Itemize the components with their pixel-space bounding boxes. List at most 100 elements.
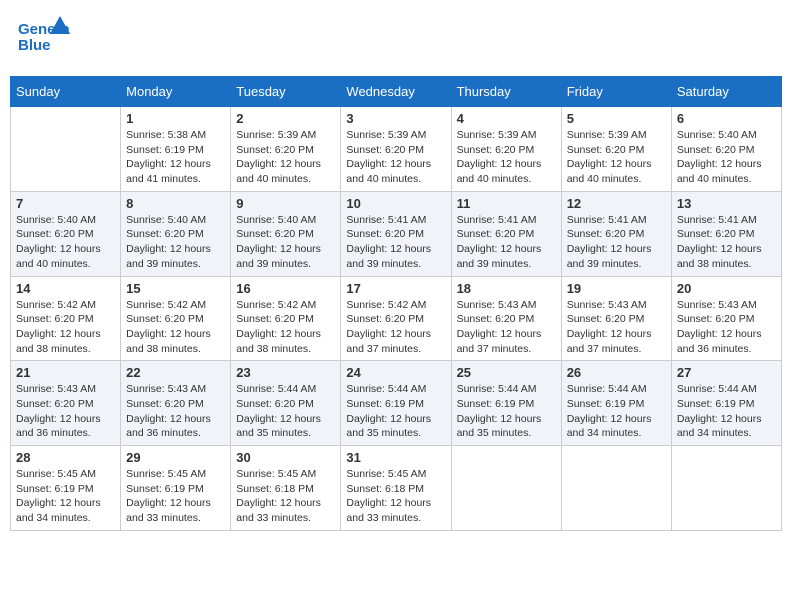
calendar-cell: 13 Sunrise: 5:41 AMSunset: 6:20 PMDayligh… (671, 191, 781, 276)
day-info: Sunrise: 5:40 AMSunset: 6:20 PMDaylight:… (16, 213, 115, 272)
calendar-cell: 31 Sunrise: 5:45 AMSunset: 6:18 PMDayligh… (341, 446, 451, 531)
day-number: 4 (457, 111, 556, 126)
day-info: Sunrise: 5:45 AMSunset: 6:18 PMDaylight:… (236, 467, 335, 526)
day-number: 25 (457, 365, 556, 380)
logo: General Blue (18, 14, 70, 64)
day-info: Sunrise: 5:44 AMSunset: 6:19 PMDaylight:… (677, 382, 776, 441)
calendar-cell (11, 107, 121, 192)
calendar-cell: 20 Sunrise: 5:43 AMSunset: 6:20 PMDayligh… (671, 276, 781, 361)
day-number: 26 (567, 365, 666, 380)
column-header-saturday: Saturday (671, 77, 781, 107)
calendar-cell (451, 446, 561, 531)
day-info: Sunrise: 5:40 AMSunset: 6:20 PMDaylight:… (126, 213, 225, 272)
calendar-cell: 8 Sunrise: 5:40 AMSunset: 6:20 PMDaylight… (121, 191, 231, 276)
day-number: 17 (346, 281, 445, 296)
day-info: Sunrise: 5:42 AMSunset: 6:20 PMDaylight:… (16, 298, 115, 357)
day-number: 28 (16, 450, 115, 465)
day-number: 6 (677, 111, 776, 126)
column-header-tuesday: Tuesday (231, 77, 341, 107)
calendar-cell (561, 446, 671, 531)
day-number: 30 (236, 450, 335, 465)
day-number: 5 (567, 111, 666, 126)
day-number: 3 (346, 111, 445, 126)
day-info: Sunrise: 5:39 AMSunset: 6:20 PMDaylight:… (457, 128, 556, 187)
day-number: 7 (16, 196, 115, 211)
week-row-4: 21 Sunrise: 5:43 AMSunset: 6:20 PMDayligh… (11, 361, 782, 446)
day-info: Sunrise: 5:43 AMSunset: 6:20 PMDaylight:… (567, 298, 666, 357)
calendar-table: SundayMondayTuesdayWednesdayThursdayFrid… (10, 76, 782, 531)
day-info: Sunrise: 5:45 AMSunset: 6:19 PMDaylight:… (126, 467, 225, 526)
calendar-cell: 26Sunrise: 5:44 AMSunset: 6:19 PMDayligh… (561, 361, 671, 446)
calendar-cell: 11 Sunrise: 5:41 AMSunset: 6:20 PMDayligh… (451, 191, 561, 276)
column-header-thursday: Thursday (451, 77, 561, 107)
column-header-friday: Friday (561, 77, 671, 107)
calendar-cell: 18Sunrise: 5:43 AMSunset: 6:20 PMDayligh… (451, 276, 561, 361)
day-info: Sunrise: 5:45 AMSunset: 6:19 PMDaylight:… (16, 467, 115, 526)
day-number: 9 (236, 196, 335, 211)
day-info: Sunrise: 5:44 AMSunset: 6:19 PMDaylight:… (457, 382, 556, 441)
day-number: 1 (126, 111, 225, 126)
day-number: 24 (346, 365, 445, 380)
week-row-2: 7 Sunrise: 5:40 AMSunset: 6:20 PMDaylight… (11, 191, 782, 276)
page-header: General Blue (10, 10, 782, 68)
calendar-cell: 12 Sunrise: 5:41 AMSunset: 6:20 PMDayligh… (561, 191, 671, 276)
day-number: 21 (16, 365, 115, 380)
day-number: 11 (457, 196, 556, 211)
calendar-cell: 24Sunrise: 5:44 AMSunset: 6:19 PMDayligh… (341, 361, 451, 446)
calendar-cell: 4 Sunrise: 5:39 AMSunset: 6:20 PMDaylight… (451, 107, 561, 192)
calendar-cell: 7 Sunrise: 5:40 AMSunset: 6:20 PMDaylight… (11, 191, 121, 276)
day-number: 13 (677, 196, 776, 211)
calendar-cell: 27 Sunrise: 5:44 AMSunset: 6:19 PMDayligh… (671, 361, 781, 446)
svg-text:Blue: Blue (18, 37, 51, 54)
day-info: Sunrise: 5:39 AMSunset: 6:20 PMDaylight:… (567, 128, 666, 187)
day-number: 12 (567, 196, 666, 211)
day-number: 15 (126, 281, 225, 296)
day-info: Sunrise: 5:45 AMSunset: 6:18 PMDaylight:… (346, 467, 445, 526)
column-header-monday: Monday (121, 77, 231, 107)
day-info: Sunrise: 5:44 AMSunset: 6:20 PMDaylight:… (236, 382, 335, 441)
calendar-cell: 5 Sunrise: 5:39 AMSunset: 6:20 PMDaylight… (561, 107, 671, 192)
day-info: Sunrise: 5:43 AMSunset: 6:20 PMDaylight:… (457, 298, 556, 357)
day-info: Sunrise: 5:42 AMSunset: 6:20 PMDaylight:… (126, 298, 225, 357)
day-number: 16 (236, 281, 335, 296)
calendar-cell: 30 Sunrise: 5:45 AMSunset: 6:18 PMDayligh… (231, 446, 341, 531)
day-number: 23 (236, 365, 335, 380)
day-info: Sunrise: 5:39 AMSunset: 6:20 PMDaylight:… (236, 128, 335, 187)
calendar-cell (671, 446, 781, 531)
calendar-cell: 6 Sunrise: 5:40 AMSunset: 6:20 PMDaylight… (671, 107, 781, 192)
day-info: Sunrise: 5:41 AMSunset: 6:20 PMDaylight:… (677, 213, 776, 272)
day-info: Sunrise: 5:38 AMSunset: 6:19 PMDaylight:… (126, 128, 225, 187)
calendar-cell: 15 Sunrise: 5:42 AMSunset: 6:20 PMDayligh… (121, 276, 231, 361)
week-row-3: 14Sunrise: 5:42 AMSunset: 6:20 PMDayligh… (11, 276, 782, 361)
day-info: Sunrise: 5:41 AMSunset: 6:20 PMDaylight:… (346, 213, 445, 272)
day-number: 8 (126, 196, 225, 211)
calendar-cell: 21 Sunrise: 5:43 AMSunset: 6:20 PMDayligh… (11, 361, 121, 446)
day-info: Sunrise: 5:42 AMSunset: 6:20 PMDaylight:… (346, 298, 445, 357)
calendar-cell: 2Sunrise: 5:39 AMSunset: 6:20 PMDaylight… (231, 107, 341, 192)
calendar-cell: 3Sunrise: 5:39 AMSunset: 6:20 PMDaylight… (341, 107, 451, 192)
day-info: Sunrise: 5:43 AMSunset: 6:20 PMDaylight:… (16, 382, 115, 441)
day-info: Sunrise: 5:40 AMSunset: 6:20 PMDaylight:… (677, 128, 776, 187)
calendar-cell: 10 Sunrise: 5:41 AMSunset: 6:20 PMDayligh… (341, 191, 451, 276)
column-header-sunday: Sunday (11, 77, 121, 107)
day-number: 10 (346, 196, 445, 211)
day-info: Sunrise: 5:42 AMSunset: 6:20 PMDaylight:… (236, 298, 335, 357)
calendar-cell: 25 Sunrise: 5:44 AMSunset: 6:19 PMDayligh… (451, 361, 561, 446)
calendar-cell: 17 Sunrise: 5:42 AMSunset: 6:20 PMDayligh… (341, 276, 451, 361)
day-number: 31 (346, 450, 445, 465)
day-number: 27 (677, 365, 776, 380)
day-number: 29 (126, 450, 225, 465)
calendar-cell: 19Sunrise: 5:43 AMSunset: 6:20 PMDayligh… (561, 276, 671, 361)
day-info: Sunrise: 5:43 AMSunset: 6:20 PMDaylight:… (126, 382, 225, 441)
logo-icon: General Blue (18, 14, 70, 59)
day-info: Sunrise: 5:43 AMSunset: 6:20 PMDaylight:… (677, 298, 776, 357)
calendar-cell: 29 Sunrise: 5:45 AMSunset: 6:19 PMDayligh… (121, 446, 231, 531)
day-number: 20 (677, 281, 776, 296)
day-info: Sunrise: 5:41 AMSunset: 6:20 PMDaylight:… (457, 213, 556, 272)
day-info: Sunrise: 5:41 AMSunset: 6:20 PMDaylight:… (567, 213, 666, 272)
calendar-cell: 22Sunrise: 5:43 AMSunset: 6:20 PMDayligh… (121, 361, 231, 446)
day-info: Sunrise: 5:40 AMSunset: 6:20 PMDaylight:… (236, 213, 335, 272)
week-row-5: 28 Sunrise: 5:45 AMSunset: 6:19 PMDayligh… (11, 446, 782, 531)
calendar-cell: 14Sunrise: 5:42 AMSunset: 6:20 PMDayligh… (11, 276, 121, 361)
calendar-cell: 9 Sunrise: 5:40 AMSunset: 6:20 PMDaylight… (231, 191, 341, 276)
